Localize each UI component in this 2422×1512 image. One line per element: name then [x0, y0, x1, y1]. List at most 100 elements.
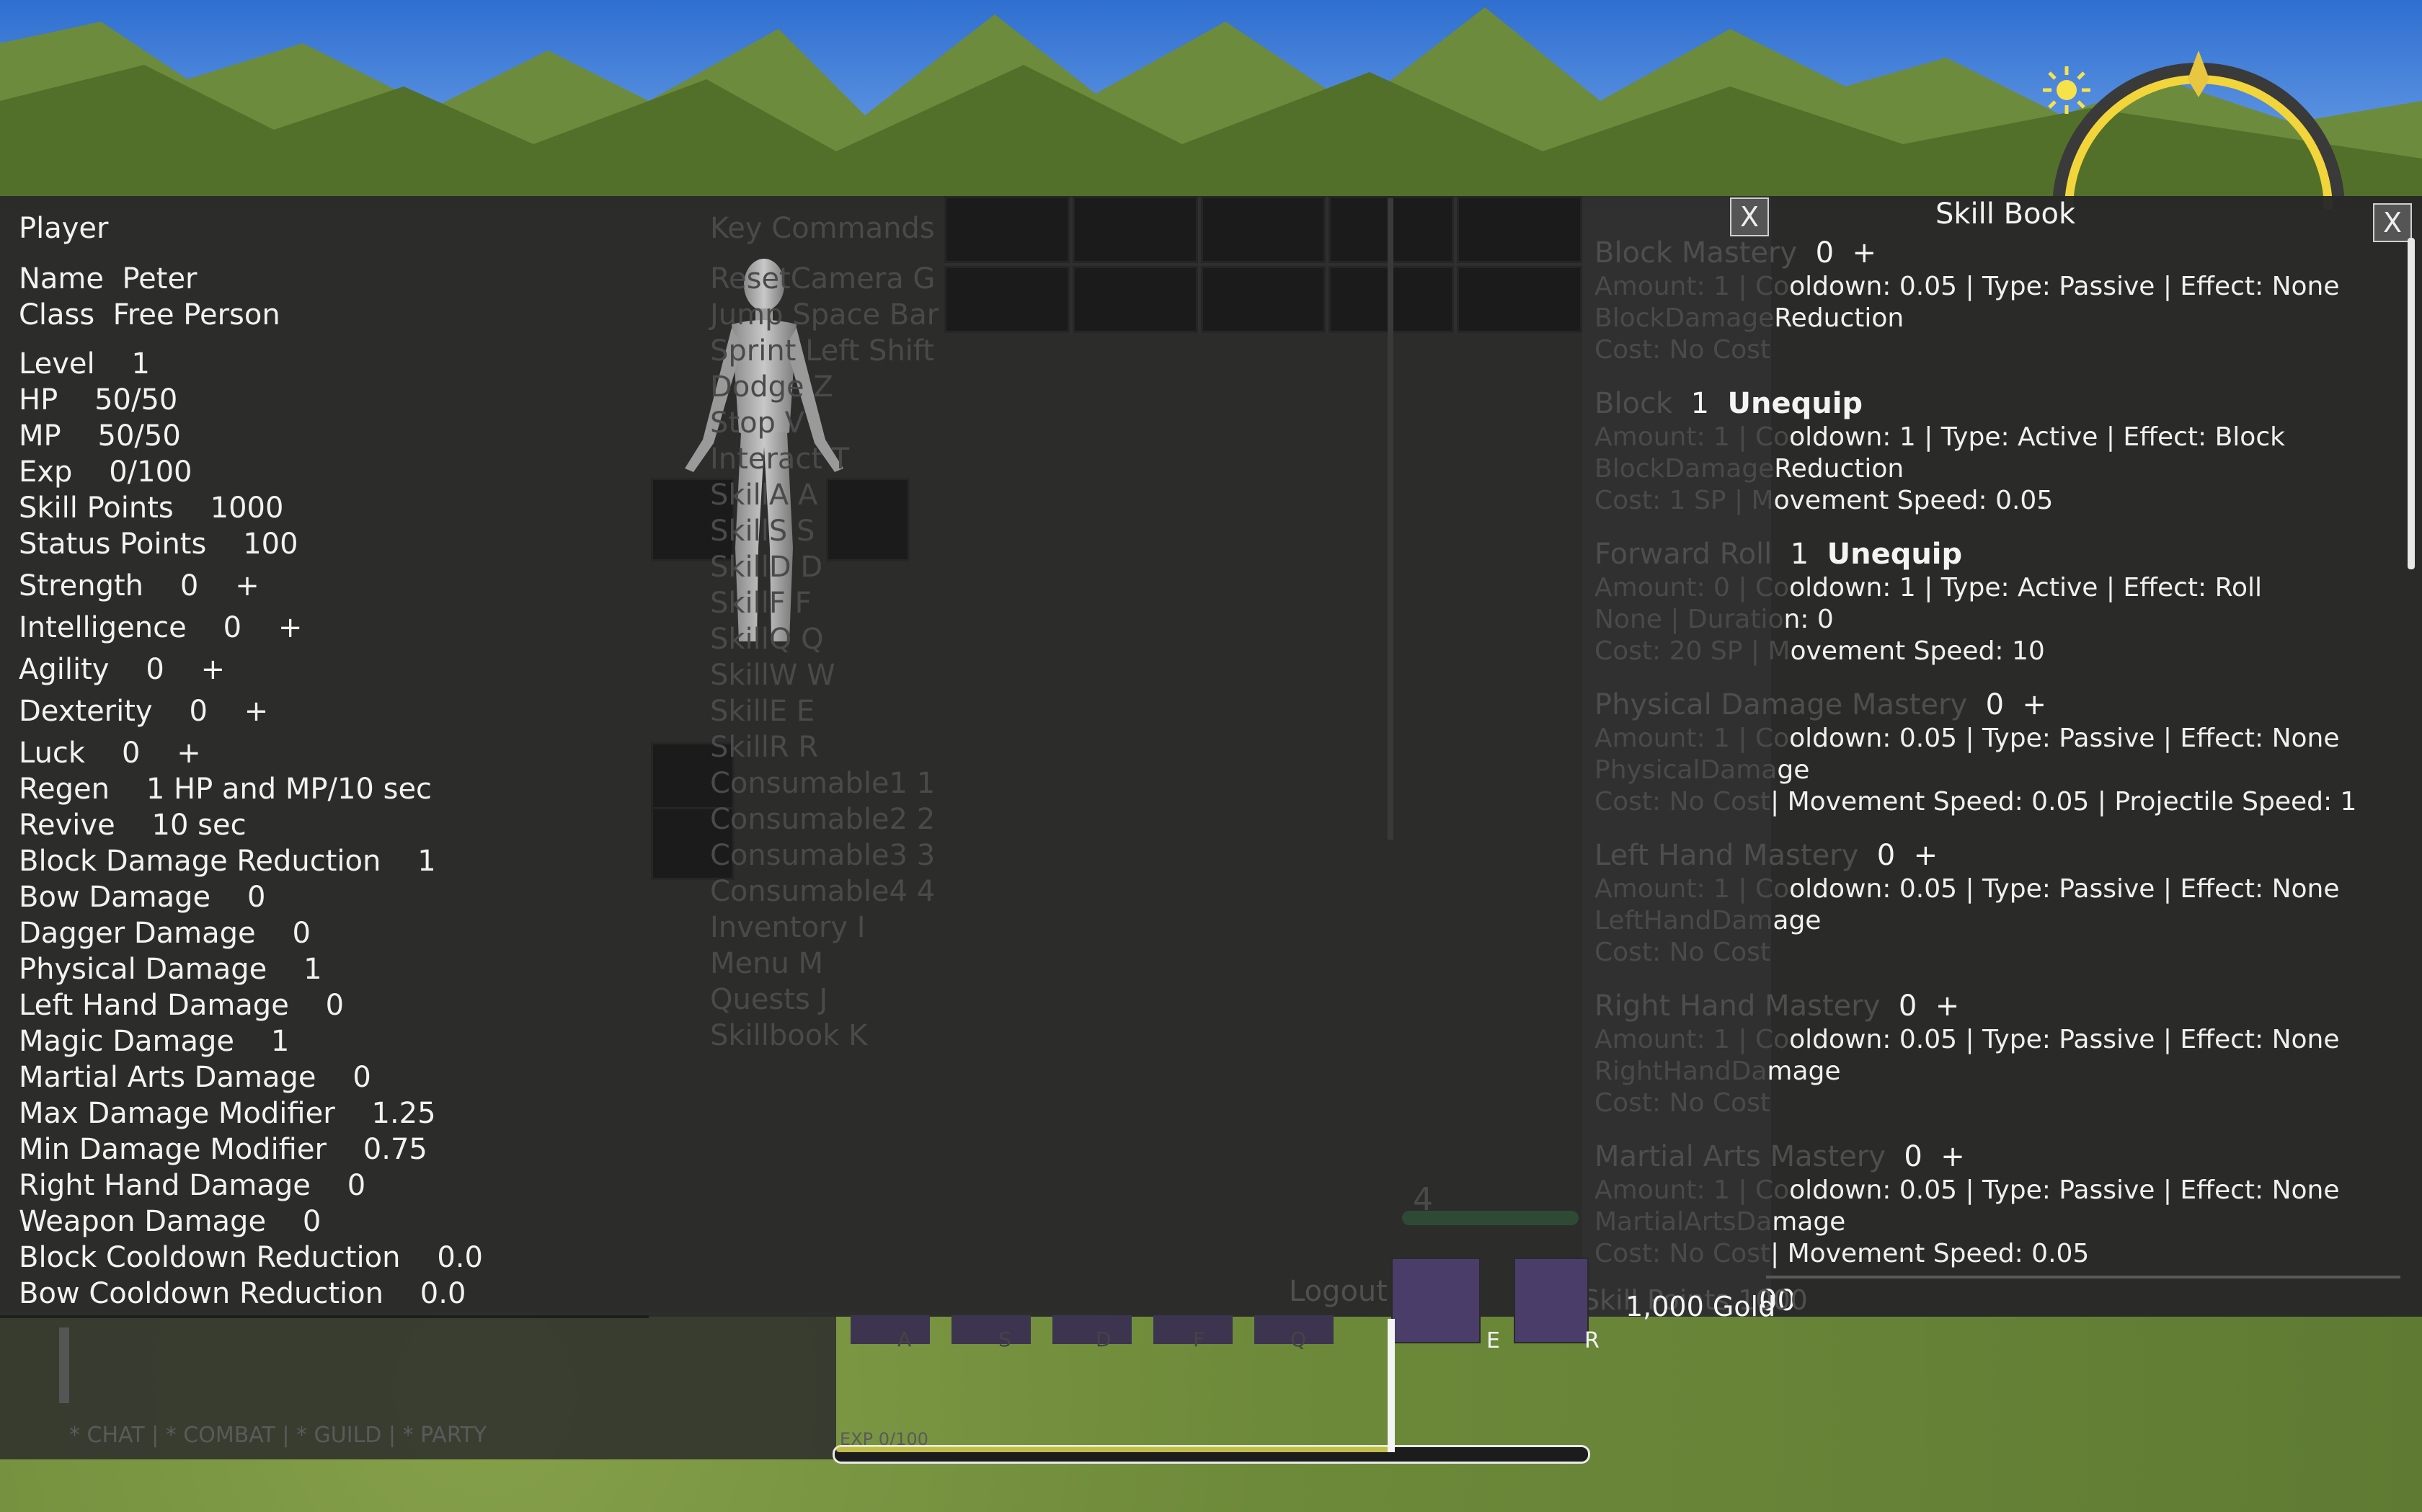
skill-entry: Left Hand Mastery 0 + Amount: 1 | Cooldo…: [1594, 839, 2340, 967]
skill-name: Left Hand Mastery: [1594, 839, 1859, 872]
inventory-slot[interactable]: [1072, 266, 1198, 333]
intelligence-plus-button[interactable]: +: [278, 611, 303, 644]
skill-entry: Martial Arts Mastery 0 + Amount: 1 | Coo…: [1594, 1140, 2340, 1268]
skill-name: Block Mastery: [1594, 236, 1798, 270]
key-commands-header: Key Commands: [710, 212, 935, 245]
name-label: Name: [19, 262, 105, 295]
skill-name: Right Hand Mastery: [1594, 990, 1881, 1023]
detail-row-magic-damage: Magic Damage 1: [19, 1025, 290, 1058]
skill-upgrade-button[interactable]: +: [1914, 839, 1938, 872]
key-command-item: SkillF F: [710, 587, 812, 620]
stat-row-skill-points: Skill Points 1000: [19, 492, 284, 525]
luck-plus-button[interactable]: +: [177, 737, 201, 770]
inventory-slot[interactable]: [1200, 266, 1326, 333]
stat-row-mp: MP 50/50: [19, 419, 181, 453]
hotbar-key-label: Q: [1290, 1328, 1307, 1351]
class-label: Class: [19, 298, 95, 332]
chat-scrollbar[interactable]: [59, 1328, 69, 1403]
skill-entry: Right Hand Mastery 0 + Amount: 1 | Coold…: [1594, 990, 2340, 1118]
health-bar: [1402, 1211, 1579, 1225]
attributes-list: Strength 0 + Intelligence 0 + Agility 0 …: [19, 565, 302, 774]
dexterity-plus-button[interactable]: +: [244, 695, 269, 728]
exp-bar-highlight: [836, 1446, 1391, 1452]
detail-row-regen: Regen 1 HP and MP/10 sec: [19, 773, 432, 806]
skill-level: 0: [1898, 990, 1917, 1023]
key-command-item: SkillE E: [710, 695, 815, 728]
hotbar-key-label-r: R: [1584, 1328, 1600, 1353]
attr-row-dexterity: Dexterity 0 +: [19, 695, 269, 728]
inventory-slot[interactable]: [1200, 196, 1326, 263]
skill-upgrade-button[interactable]: +: [1940, 1140, 1965, 1173]
hotbar-slot-e[interactable]: [1514, 1258, 1589, 1343]
skill-upgrade-button[interactable]: +: [1935, 990, 1960, 1023]
skill-name: Physical Damage Mastery: [1594, 688, 1968, 721]
skill-unequip-button[interactable]: Unequip: [1827, 538, 1963, 571]
key-command-item: Sprint Left Shift: [710, 334, 934, 368]
skill-upgrade-button[interactable]: +: [1853, 236, 1877, 270]
skill-name: Block: [1594, 387, 1673, 420]
key-command-item: Consumable3 3: [710, 839, 936, 872]
detail-row-left-hand-damage: Left Hand Damage 0: [19, 989, 345, 1022]
close-skill-book-button[interactable]: X: [2373, 203, 2412, 242]
name-value: Peter: [122, 262, 198, 295]
skill-upgrade-button[interactable]: +: [2023, 688, 2047, 721]
skill-book-divider: [1766, 1276, 2400, 1278]
player-header: Player: [19, 212, 109, 245]
panel-bottom-edge: [0, 1315, 649, 1318]
hotbar-slot[interactable]: [952, 1315, 1031, 1344]
strength-plus-button[interactable]: +: [235, 569, 260, 602]
inventory-slot[interactable]: [1457, 196, 1582, 263]
gold-amount: 1,000 Gold: [1625, 1291, 1776, 1322]
key-command-item: SkillW W: [710, 659, 835, 692]
hotbar-slot[interactable]: [1052, 1315, 1132, 1344]
inventory-slot[interactable]: [944, 266, 1070, 333]
hotbar-key-label-e: E: [1486, 1328, 1500, 1353]
attr-row-strength: Strength 0 +: [19, 569, 260, 602]
skill-level: 1: [1790, 538, 1809, 571]
sun-icon: [2043, 66, 2090, 114]
hotbar-slot-w[interactable]: [1391, 1258, 1481, 1343]
skill-name: Forward Roll: [1594, 538, 1773, 571]
chat-tabs[interactable]: * CHAT | * COMBAT | * GUILD | * PARTY: [69, 1420, 487, 1451]
key-command-item: Menu M: [710, 947, 824, 980]
key-command-item: SkillA A: [710, 479, 818, 512]
skill-level: 0: [1904, 1140, 1922, 1173]
key-command-item: ResetCamera G: [710, 262, 936, 295]
inventory-slot[interactable]: [944, 196, 1070, 263]
key-command-item: Quests J: [710, 983, 828, 1016]
detail-row-bow-cooldown-reduction: Bow Cooldown Reduction 0.0: [19, 1277, 466, 1310]
compass-dial[interactable]: [2047, 29, 2350, 209]
detail-row-min-damage-modifier: Min Damage Modifier 0.75: [19, 1133, 427, 1166]
key-command-item: Consumable2 2: [710, 803, 936, 836]
attr-row-intelligence: Intelligence 0 +: [19, 611, 303, 644]
skill-entry: Forward Roll 1 Unequip Amount: 0 | Coold…: [1594, 538, 2263, 666]
skill-level: 0: [1815, 236, 1835, 270]
hotbar-key-label: F: [1193, 1328, 1205, 1351]
key-command-item: Consumable1 1: [710, 767, 936, 800]
core-stats: Level 1 HP 50/50 MP 50/50 Exp 0/100 Skil…: [19, 346, 298, 562]
inventory-scrollbar[interactable]: [1388, 198, 1393, 840]
detail-row-weapon-damage: Weapon Damage 0: [19, 1205, 321, 1238]
detail-row-martial-arts-damage: Martial Arts Damage 0: [19, 1061, 371, 1094]
detail-row-max-damage-modifier: Max Damage Modifier 1.25: [19, 1097, 436, 1130]
inventory-slot[interactable]: [1072, 196, 1198, 263]
key-command-item: SkillD D: [710, 551, 823, 584]
detail-row-block-damage-reduction: Block Damage Reduction 1: [19, 845, 436, 878]
inventory-grid: [944, 196, 1582, 333]
hotbar: A S D F Q: [829, 1315, 1406, 1358]
hotbar-slot[interactable]: [851, 1315, 930, 1344]
key-command-item: Stop V: [710, 406, 805, 440]
inventory-slot[interactable]: [1457, 266, 1582, 333]
skill-level: 0: [1876, 839, 1896, 872]
attr-row-agility: Agility 0 +: [19, 653, 226, 686]
key-command-item: SkillQ Q: [710, 623, 824, 656]
close-inventory-button[interactable]: X: [1730, 197, 1769, 236]
panel-resize-handle[interactable]: [1388, 1319, 1395, 1452]
skill-level: 1: [1690, 387, 1710, 420]
detail-row-block-cooldown-reduction: Block Cooldown Reduction 0.0: [19, 1241, 483, 1274]
agility-plus-button[interactable]: +: [201, 653, 226, 686]
key-command-item: SkillR R: [710, 731, 819, 764]
skill-book-scrollbar[interactable]: [2408, 238, 2415, 569]
logout-button[interactable]: Logout: [1289, 1273, 1388, 1309]
skill-unequip-button[interactable]: Unequip: [1728, 387, 1863, 420]
